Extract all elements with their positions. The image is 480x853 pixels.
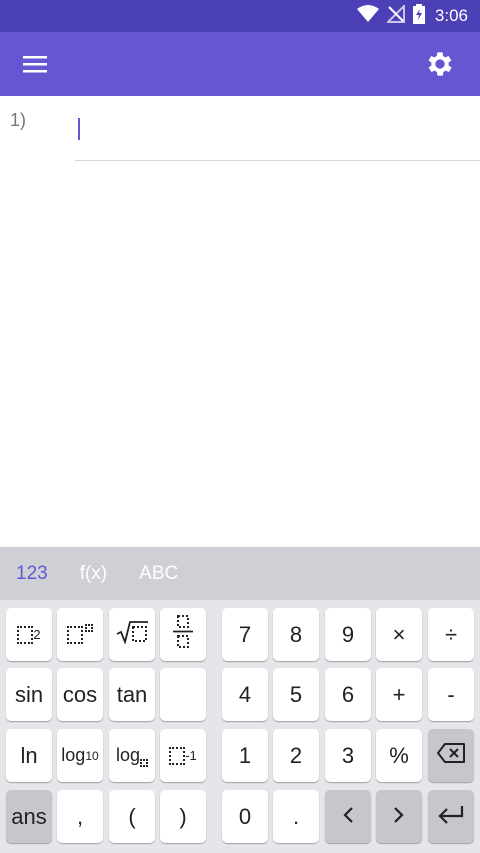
- row-label: 1): [10, 110, 27, 130]
- log-base-key[interactable]: log: [109, 729, 155, 782]
- worksheet: 1): [0, 96, 480, 547]
- app-bar: [0, 32, 480, 96]
- power-key[interactable]: [57, 608, 103, 661]
- key-1[interactable]: 1: [222, 729, 268, 782]
- log10-label: log: [61, 745, 86, 765]
- no-signal-icon: [385, 3, 405, 28]
- comma-key[interactable]: ,: [57, 790, 103, 843]
- cursor-left-key[interactable]: [325, 790, 371, 843]
- square-exponent: 2: [33, 627, 41, 642]
- key-6[interactable]: 6: [325, 668, 371, 721]
- key-3[interactable]: 3: [325, 729, 371, 782]
- left-paren-key[interactable]: (: [109, 790, 155, 843]
- sqrt-icon: [115, 620, 149, 650]
- battery-charging-icon: [412, 3, 425, 29]
- tab-123[interactable]: 123: [16, 563, 48, 585]
- key-5[interactable]: 5: [273, 668, 319, 721]
- cos-key[interactable]: cos: [57, 668, 103, 721]
- key-9[interactable]: 9: [325, 608, 371, 661]
- right-paren-key[interactable]: ): [160, 790, 206, 843]
- log10-subscript: 10: [85, 748, 99, 763]
- backspace-icon: [437, 742, 465, 769]
- sin-key[interactable]: sin: [6, 668, 52, 721]
- expression-input[interactable]: [75, 104, 480, 161]
- status-bar: 3:06: [0, 0, 480, 32]
- menu-button[interactable]: [20, 48, 52, 80]
- divide-key[interactable]: ÷: [428, 608, 474, 661]
- percent-key[interactable]: %: [376, 729, 422, 782]
- fraction-key[interactable]: [160, 608, 206, 661]
- placeholder-box-icon: [169, 746, 186, 765]
- keyboard-tabs: 123 f(x) ABC: [0, 547, 480, 600]
- exponent-box-icon: [85, 623, 93, 632]
- enter-icon: [437, 804, 465, 830]
- status-time: 3:06: [434, 6, 468, 25]
- ln-key[interactable]: ln: [6, 729, 52, 782]
- placeholder-box-icon: [67, 625, 83, 644]
- fraction-icon: [172, 614, 194, 655]
- settings-button[interactable]: [424, 48, 456, 80]
- cursor-right-key[interactable]: [376, 790, 422, 843]
- key-4[interactable]: 4: [222, 668, 268, 721]
- plus-key[interactable]: +: [376, 668, 422, 721]
- square-key[interactable]: 2: [6, 608, 52, 661]
- key-0[interactable]: 0: [222, 790, 268, 843]
- base-box-icon: [140, 758, 149, 767]
- decimal-key[interactable]: .: [273, 790, 319, 843]
- keypad: 2 7 8 9 × ÷ sin cos tan 4 5 6 + - ln log…: [0, 600, 480, 853]
- tab-functions[interactable]: f(x): [80, 563, 107, 585]
- sqrt-key[interactable]: [109, 608, 155, 661]
- gear-icon: [424, 52, 456, 84]
- hamburger-menu-icon: [20, 56, 52, 84]
- key-2[interactable]: 2: [273, 729, 319, 782]
- math-keyboard: 123 f(x) ABC 2 7 8 9 × ÷ sin cos tan 4 5…: [0, 547, 480, 853]
- inverse-key[interactable]: -1: [160, 729, 206, 782]
- chevron-right-icon: [392, 804, 406, 830]
- ans-key[interactable]: ans: [6, 790, 52, 843]
- tab-abc[interactable]: ABC: [139, 563, 178, 585]
- text-caret: [78, 118, 80, 140]
- key-7[interactable]: 7: [222, 608, 268, 661]
- log10-key[interactable]: log 10: [57, 729, 103, 782]
- chevron-left-icon: [341, 804, 355, 830]
- multiply-key[interactable]: ×: [376, 608, 422, 661]
- blank-key[interactable]: [160, 668, 206, 721]
- wifi-icon: [356, 4, 379, 28]
- minus-key[interactable]: -: [428, 668, 474, 721]
- log-base-label: log: [115, 745, 141, 765]
- key-8[interactable]: 8: [273, 608, 319, 661]
- backspace-key[interactable]: [428, 729, 474, 782]
- enter-key[interactable]: [428, 790, 474, 843]
- placeholder-box-icon: [17, 625, 34, 644]
- tan-key[interactable]: tan: [109, 668, 155, 721]
- inverse-exponent: -1: [185, 748, 197, 763]
